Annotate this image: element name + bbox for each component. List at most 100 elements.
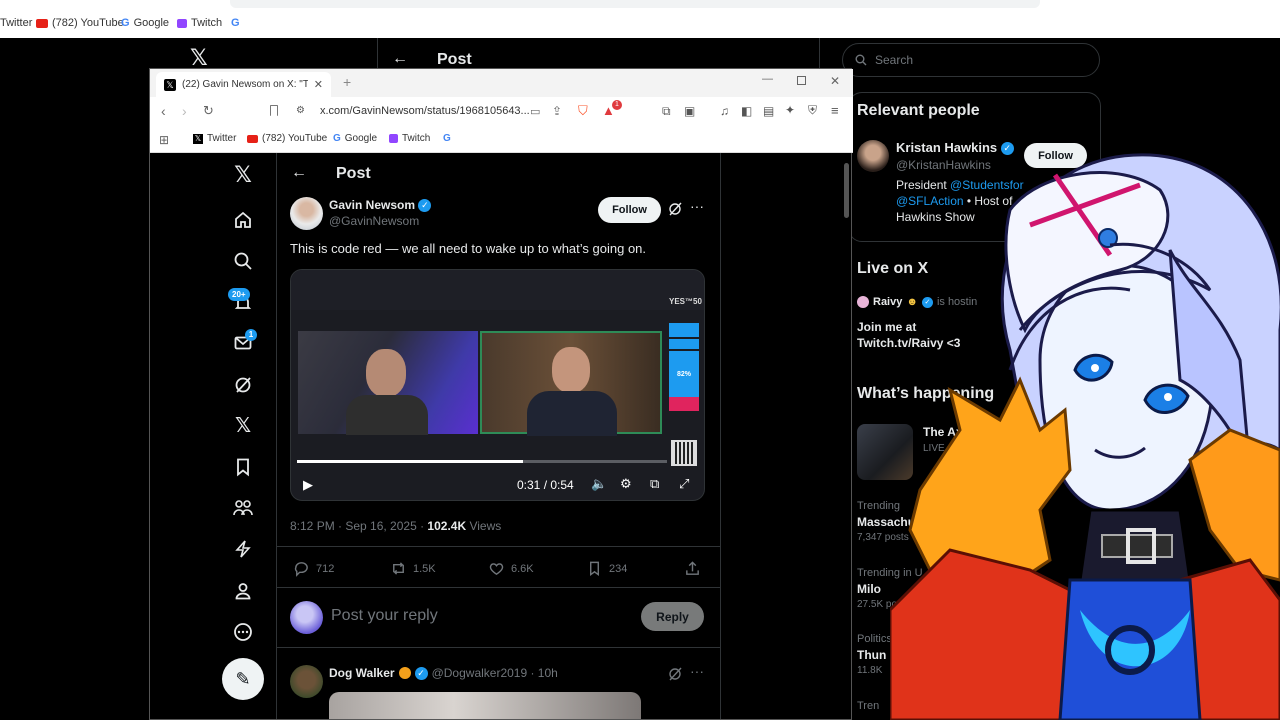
author-handle[interactable]: @GavinNewsom bbox=[329, 214, 419, 228]
outer-page-title: Post bbox=[437, 51, 472, 68]
tab-close-icon[interactable]: ✕ bbox=[314, 78, 323, 91]
verified-badge-icon: ✓ bbox=[414, 666, 428, 680]
minimize-icon[interactable]: — bbox=[762, 73, 773, 85]
brave-shield-icon[interactable]: ⛉ bbox=[578, 103, 588, 119]
back-icon[interactable]: ‹ bbox=[161, 103, 166, 119]
profile-icon[interactable] bbox=[232, 580, 254, 602]
outer-bookmark-google-2[interactable]: G bbox=[231, 17, 240, 29]
video-progress-track[interactable] bbox=[297, 460, 667, 463]
repost-action[interactable]: 1.5K bbox=[390, 560, 436, 577]
premium-x-icon[interactable]: 𝕏 bbox=[232, 413, 254, 437]
x-logo-icon[interactable]: 𝕏 bbox=[232, 163, 254, 188]
video-host-panel bbox=[480, 331, 662, 436]
inner-active-tab[interactable]: 𝕏 (22) Gavin Newsom on X: "This is ✕ bbox=[156, 72, 331, 97]
avatar[interactable] bbox=[857, 140, 889, 172]
url-bar[interactable]: x.com/GavinNewsom/status/1968105643... bbox=[320, 105, 530, 117]
like-action[interactable]: 6.6K bbox=[488, 560, 534, 577]
picture-in-picture-icon[interactable]: ⧉ bbox=[650, 476, 659, 492]
inner-bookmark-twitch[interactable]: Twitch bbox=[389, 133, 430, 144]
site-settings-icon[interactable]: ⚙ bbox=[296, 105, 305, 116]
inner-bookmark-google-2[interactable]: G bbox=[443, 133, 451, 144]
share-action[interactable] bbox=[684, 560, 701, 577]
author-name[interactable]: Gavin Newsom ✓ bbox=[329, 198, 432, 213]
outer-bookmark-google[interactable]: G Google bbox=[121, 17, 169, 29]
poll-bar-top bbox=[669, 323, 699, 337]
x-favicon-icon: 𝕏 bbox=[193, 133, 203, 144]
poll-bar-bottom bbox=[669, 397, 699, 411]
more-options-icon[interactable]: ··· bbox=[690, 663, 704, 679]
scrollbar-thumb[interactable] bbox=[844, 163, 849, 218]
leo-ai-icon[interactable]: ✦ bbox=[785, 103, 795, 117]
tabs-icon[interactable]: ▣ bbox=[684, 104, 695, 118]
trend-count: 11.8K bbox=[857, 665, 883, 676]
wallet-icon[interactable]: ▤ bbox=[763, 104, 774, 118]
compose-post-button[interactable]: ✎ bbox=[222, 658, 264, 700]
settings-icon[interactable]: ⚙ bbox=[620, 476, 632, 492]
bookmark-action[interactable]: 234 bbox=[586, 560, 627, 577]
grok-explain-icon[interactable] bbox=[667, 201, 683, 222]
divider bbox=[277, 647, 720, 648]
outer-bookmark-twitter[interactable]: Twitter bbox=[0, 17, 32, 29]
video-player[interactable]: YES™50 82% ▶ 0:31 / 0:54 🔈 ⚙ ⧉ ⤢ bbox=[290, 269, 705, 501]
outer-back-arrow-icon[interactable]: ← bbox=[392, 50, 408, 68]
verified-orgs-icon[interactable] bbox=[232, 538, 254, 560]
reply-author-row[interactable]: Dog Walker ✓ @Dogwalker2019 · 10h bbox=[329, 666, 558, 680]
play-icon[interactable]: ▶ bbox=[303, 477, 313, 493]
dog-emoji-icon bbox=[398, 667, 411, 679]
outer-address-bar[interactable] bbox=[230, 0, 1040, 8]
screen-icon[interactable]: ▭ bbox=[530, 105, 540, 118]
search-icon bbox=[855, 54, 867, 66]
search-icon[interactable] bbox=[232, 250, 254, 272]
outer-search-input[interactable]: Search bbox=[842, 43, 1100, 77]
home-icon[interactable] bbox=[232, 209, 254, 231]
avatar[interactable] bbox=[290, 665, 323, 698]
outer-bookmark-twitch[interactable]: Twitch bbox=[177, 17, 222, 29]
inner-bookmark-youtube[interactable]: (782) YouTube bbox=[247, 133, 327, 144]
inner-bookmark-twitter[interactable]: 𝕏 Twitter bbox=[193, 133, 236, 144]
follow-button[interactable]: Follow bbox=[598, 197, 661, 223]
grok-explain-icon[interactable] bbox=[667, 666, 683, 687]
menu-icon[interactable]: ≡ bbox=[831, 103, 839, 118]
bookmarks-icon[interactable] bbox=[232, 456, 254, 478]
vpn-icon[interactable]: ⛨ bbox=[808, 103, 817, 118]
poll-graphic: 82% bbox=[669, 323, 699, 413]
back-arrow-icon[interactable]: ← bbox=[291, 164, 307, 182]
share-icon bbox=[686, 561, 699, 575]
window-close-icon[interactable]: ✕ bbox=[830, 74, 840, 88]
trend-context: Politics bbox=[857, 633, 892, 645]
bookmark-page-icon[interactable] bbox=[270, 105, 278, 116]
reply-input[interactable]: Post your reply bbox=[331, 607, 438, 625]
apps-grid-icon[interactable]: ⊞ bbox=[159, 133, 169, 147]
reply-count: 712 bbox=[316, 562, 335, 575]
divider bbox=[277, 587, 720, 588]
more-options-icon[interactable]: ··· bbox=[690, 198, 704, 214]
reply-action[interactable]: 712 bbox=[293, 560, 334, 577]
avatar bbox=[857, 296, 869, 308]
reply-button[interactable]: Reply bbox=[641, 602, 704, 631]
search-placeholder: Search bbox=[875, 53, 914, 67]
google-icon: G bbox=[231, 17, 240, 29]
timestamp-text: 8:12 PM · Sep 16, 2025 · bbox=[290, 519, 428, 533]
outer-bookmark-google-label: Google bbox=[133, 17, 170, 29]
grok-icon[interactable] bbox=[232, 374, 254, 396]
verified-badge-icon: ✓ bbox=[418, 199, 432, 213]
avatar[interactable] bbox=[290, 197, 323, 230]
extensions-icon[interactable]: ⧉ bbox=[662, 104, 671, 119]
reload-icon[interactable]: ↻ bbox=[203, 103, 214, 119]
new-tab-icon[interactable]: + bbox=[343, 74, 351, 90]
volume-icon[interactable]: 🔈 bbox=[591, 476, 607, 492]
more-icon[interactable] bbox=[232, 621, 254, 643]
trend-context: Tren bbox=[857, 700, 880, 712]
inner-bookmark-google[interactable]: G Google bbox=[333, 133, 377, 144]
trend-item[interactable]: Politics Thun 11.8K bbox=[857, 633, 892, 676]
outer-bookmark-youtube[interactable]: (782) YouTube bbox=[36, 17, 124, 29]
music-icon[interactable]: ♫ bbox=[720, 104, 729, 118]
communities-icon[interactable] bbox=[232, 497, 254, 519]
forward-icon[interactable]: › bbox=[182, 103, 187, 119]
maximize-icon[interactable] bbox=[797, 76, 806, 85]
repost-icon bbox=[393, 562, 404, 575]
share-icon[interactable]: ⇪ bbox=[552, 104, 562, 118]
sidebar-icon[interactable]: ◧ bbox=[741, 104, 752, 118]
fullscreen-icon[interactable]: ⤢ bbox=[679, 476, 689, 492]
reply-media[interactable] bbox=[329, 692, 641, 719]
